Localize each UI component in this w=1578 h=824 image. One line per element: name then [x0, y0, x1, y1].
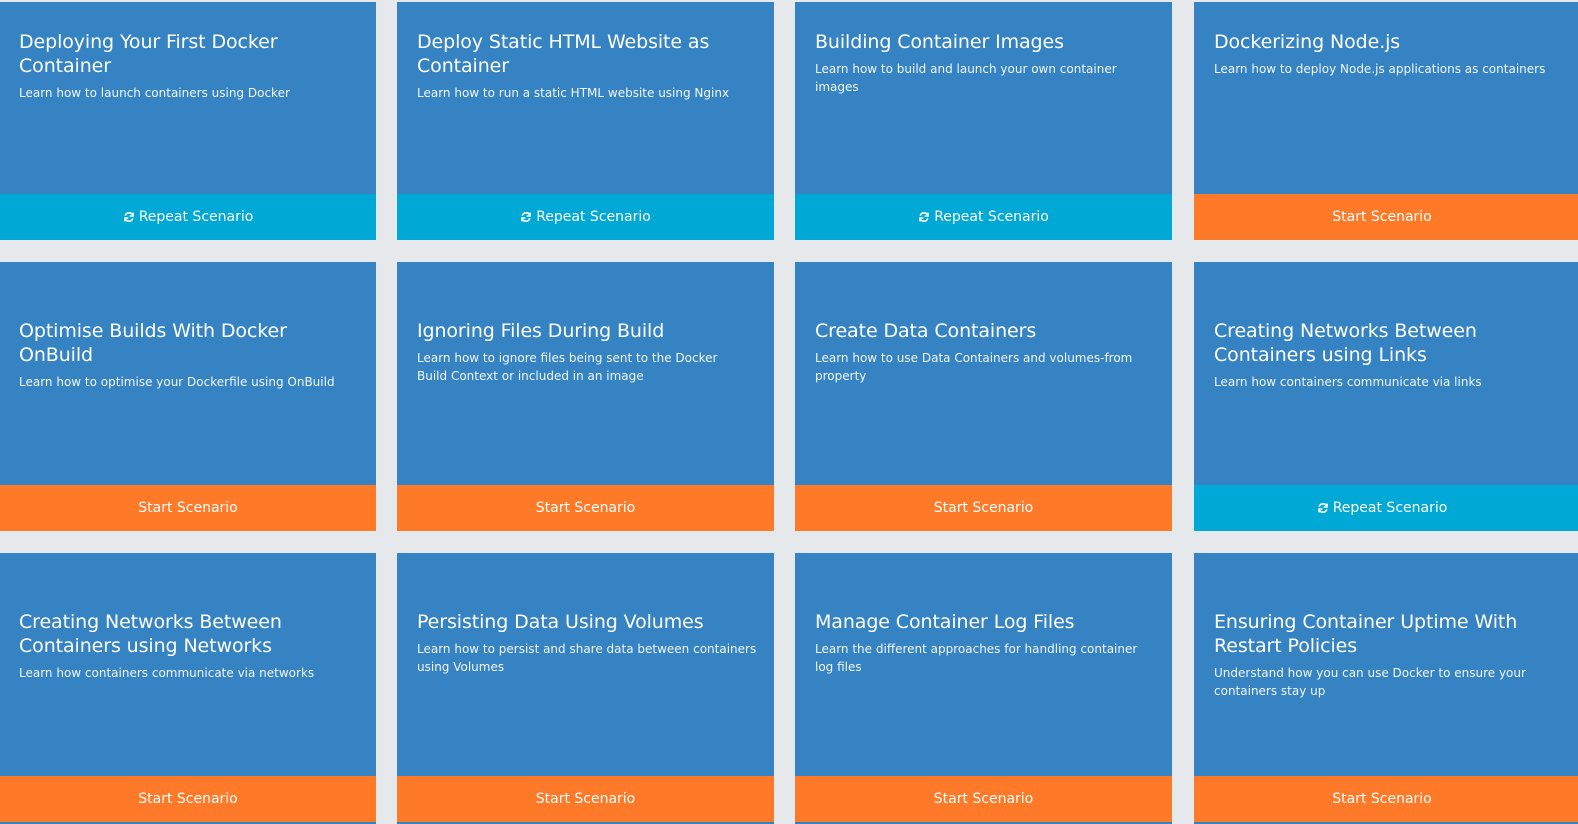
repeat-scenario-button[interactable]: Repeat Scenario	[397, 194, 774, 240]
button-label: Start Scenario	[933, 500, 1034, 516]
repeat-scenario-button[interactable]: Repeat Scenario	[1194, 485, 1578, 531]
start-scenario-button[interactable]: Start Scenario	[795, 776, 1172, 822]
button-label: Start Scenario	[535, 791, 636, 807]
button-label: Repeat Scenario	[138, 209, 254, 225]
refresh-icon	[918, 211, 930, 223]
scenario-grid: Deploying Your First Docker Container Le…	[0, 0, 1578, 824]
scenario-title[interactable]: Deploy Static HTML Website as Container	[417, 30, 756, 78]
scenario-card: Manage Container Log Files Learn the dif…	[795, 553, 1172, 824]
scenario-description: Learn how to run a static HTML website u…	[417, 86, 730, 100]
scenario-card: Optimise Builds With Docker OnBuild Lear…	[0, 262, 376, 531]
scenario-description: Learn how to ignore files being sent to …	[417, 351, 718, 383]
scenario-description: Learn how to use Data Containers and vol…	[815, 351, 1133, 383]
scenario-card: Deploying Your First Docker Container Le…	[0, 2, 376, 240]
scenario-description: Learn the different approaches for handl…	[815, 642, 1138, 674]
scenario-title[interactable]: Optimise Builds With Docker OnBuild	[19, 319, 358, 367]
start-scenario-button[interactable]: Start Scenario	[795, 485, 1172, 531]
scenario-card: Creating Networks Between Containers usi…	[0, 553, 376, 824]
scenario-description: Learn how containers communicate via lin…	[1214, 375, 1482, 389]
scenario-description: Learn how to persist and share data betw…	[417, 642, 757, 674]
button-label: Start Scenario	[1332, 209, 1432, 225]
scenario-title[interactable]: Dockerizing Node.js	[1214, 30, 1560, 54]
button-label: Start Scenario	[933, 791, 1034, 807]
refresh-icon	[1317, 502, 1329, 514]
start-scenario-button[interactable]: Start Scenario	[0, 776, 376, 822]
start-scenario-button[interactable]: Start Scenario	[1194, 776, 1578, 822]
repeat-scenario-button[interactable]: Repeat Scenario	[795, 194, 1172, 240]
scenario-title[interactable]: Deploying Your First Docker Container	[19, 30, 358, 78]
scenario-description: Learn how to optimise your Dockerfile us…	[19, 375, 335, 389]
scenario-title[interactable]: Ensuring Container Uptime With Restart P…	[1214, 610, 1524, 658]
scenario-title[interactable]: Building Container Images	[815, 30, 1154, 54]
scenario-card: Persisting Data Using Volumes Learn how …	[397, 553, 774, 824]
button-label: Start Scenario	[1332, 791, 1432, 807]
button-label: Repeat Scenario	[934, 209, 1049, 225]
scenario-card: Deploy Static HTML Website as Container …	[397, 2, 774, 240]
scenario-card: Ensuring Container Uptime With Restart P…	[1194, 553, 1578, 824]
start-scenario-button[interactable]: Start Scenario	[1194, 194, 1578, 240]
scenario-title[interactable]: Persisting Data Using Volumes	[417, 610, 756, 634]
scenario-title[interactable]: Manage Container Log Files	[815, 610, 1154, 634]
scenario-card: Ignoring Files During Build Learn how to…	[397, 262, 774, 531]
repeat-scenario-button[interactable]: Repeat Scenario	[0, 194, 376, 240]
scenario-description: Learn how to build and launch your own c…	[815, 62, 1117, 94]
scenario-description: Understand how you can use Docker to ens…	[1214, 666, 1526, 698]
scenario-title[interactable]: Ignoring Files During Build	[417, 319, 756, 343]
button-label: Repeat Scenario	[536, 209, 651, 225]
scenario-card: Building Container Images Learn how to b…	[795, 2, 1172, 240]
start-scenario-button[interactable]: Start Scenario	[0, 485, 376, 531]
button-label: Start Scenario	[138, 791, 238, 807]
scenario-title[interactable]: Creating Networks Between Containers usi…	[1214, 319, 1534, 367]
button-label: Repeat Scenario	[1332, 500, 1448, 516]
button-label: Start Scenario	[138, 500, 238, 516]
scenario-description: Learn how containers communicate via net…	[19, 666, 315, 680]
scenario-description: Learn how to deploy Node.js applications…	[1214, 62, 1546, 76]
start-scenario-button[interactable]: Start Scenario	[397, 776, 774, 822]
scenario-card: Dockerizing Node.js Learn how to deploy …	[1194, 2, 1578, 240]
scenario-card: Create Data Containers Learn how to use …	[795, 262, 1172, 531]
scenario-card: Creating Networks Between Containers usi…	[1194, 262, 1578, 531]
button-label: Start Scenario	[535, 500, 636, 516]
start-scenario-button[interactable]: Start Scenario	[397, 485, 774, 531]
scenario-title[interactable]: Creating Networks Between Containers usi…	[19, 610, 319, 658]
scenario-title[interactable]: Create Data Containers	[815, 319, 1154, 343]
scenario-description: Learn how to launch containers using Doc…	[19, 86, 290, 100]
refresh-icon	[123, 211, 135, 223]
refresh-icon	[520, 211, 532, 223]
